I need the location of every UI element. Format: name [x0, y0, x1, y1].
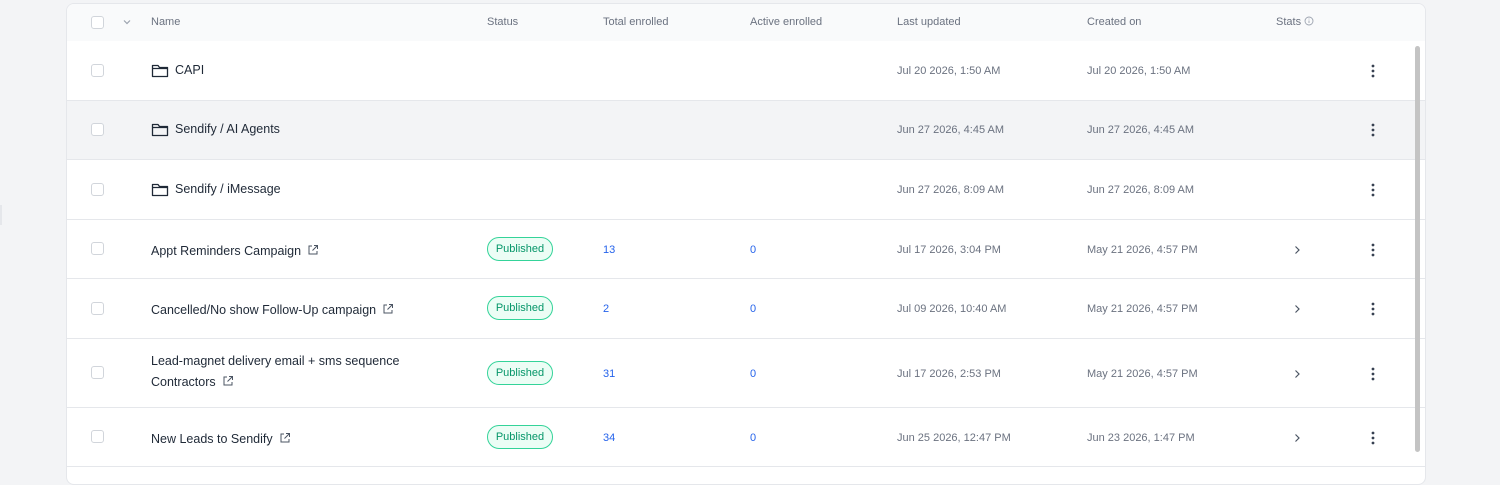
total-enrolled-link[interactable]: 13 — [603, 244, 615, 256]
vertical-scrollbar[interactable] — [1415, 46, 1420, 452]
row-checkbox[interactable] — [91, 366, 104, 379]
created-on-value: Jun 23 2026, 1:47 PM — [1087, 432, 1195, 444]
folder-icon — [151, 183, 169, 197]
column-header-status[interactable]: Status — [487, 16, 518, 28]
external-link-icon[interactable] — [222, 375, 234, 387]
table-row[interactable]: Sendify / AI Agents Jun 27 2026, 4:45 AM… — [67, 101, 1425, 160]
folder-name[interactable]: CAPI — [175, 63, 204, 77]
last-updated-value: Jul 17 2026, 3:04 PM — [897, 244, 1001, 256]
status-badge: Published — [487, 237, 553, 261]
column-header-active-enrolled[interactable]: Active enrolled — [750, 16, 822, 28]
last-updated-value: Jul 17 2026, 2:53 PM — [897, 368, 1001, 380]
folder-icon — [151, 123, 169, 137]
table-row[interactable]: Cancelled/No show Follow-Up campaign Pub… — [67, 279, 1425, 339]
campaign-name[interactable]: Contractors — [151, 375, 234, 389]
more-options-icon[interactable] — [1365, 301, 1381, 317]
active-enrolled-link[interactable]: 0 — [750, 303, 756, 315]
campaign-name-line-1[interactable]: Lead-magnet delivery email + sms sequenc… — [151, 354, 399, 368]
total-enrolled-link[interactable]: 34 — [603, 432, 615, 444]
table-header: Name Status Total enrolled Active enroll… — [67, 4, 1425, 42]
chevron-right-icon[interactable] — [1292, 245, 1302, 255]
external-link-icon[interactable] — [279, 432, 291, 444]
row-checkbox[interactable] — [91, 64, 104, 77]
total-enrolled-link[interactable]: 2 — [603, 303, 609, 315]
more-options-icon[interactable] — [1365, 366, 1381, 382]
more-options-icon[interactable] — [1365, 242, 1381, 258]
created-on-value: May 21 2026, 4:57 PM — [1087, 244, 1198, 256]
campaign-name-line-2: Contractors — [151, 375, 216, 389]
status-badge: Published — [487, 361, 553, 385]
created-on-value: Jun 27 2026, 8:09 AM — [1087, 184, 1195, 196]
campaign-name[interactable]: Cancelled/No show Follow-Up campaign — [151, 303, 394, 317]
campaign-table: Name Status Total enrolled Active enroll… — [66, 3, 1426, 485]
folder-icon — [151, 64, 169, 78]
table-row[interactable]: Sendify / iMessage Jun 27 2026, 8:09 AM … — [67, 160, 1425, 220]
chevron-right-icon[interactable] — [1292, 433, 1302, 443]
last-updated-value: Jun 25 2026, 12:47 PM — [897, 432, 1011, 444]
row-checkbox[interactable] — [91, 183, 104, 196]
total-enrolled-link[interactable]: 31 — [603, 368, 615, 380]
table-row[interactable]: CAPI Jul 20 2026, 1:50 AM Jul 20 2026, 1… — [67, 41, 1425, 101]
campaign-name[interactable]: New Leads to Sendify — [151, 432, 291, 446]
column-header-stats-label: Stats — [1276, 16, 1302, 28]
folder-name[interactable]: Sendify / AI Agents — [175, 122, 280, 136]
column-header-total-enrolled[interactable]: Total enrolled — [603, 16, 668, 28]
last-updated-value: Jul 20 2026, 1:50 AM — [897, 65, 1001, 77]
more-options-icon[interactable] — [1365, 63, 1381, 79]
active-enrolled-link[interactable]: 0 — [750, 432, 756, 444]
table-row[interactable]: Lead-magnet delivery email + sms sequenc… — [67, 339, 1425, 408]
folder-name[interactable]: Sendify / iMessage — [175, 182, 281, 196]
more-options-icon[interactable] — [1365, 122, 1381, 138]
campaign-name-label: New Leads to Sendify — [151, 432, 273, 446]
table-row[interactable]: Appt Reminders Campaign Published 13 0 J… — [67, 220, 1425, 279]
more-options-icon[interactable] — [1365, 182, 1381, 198]
active-enrolled-link[interactable]: 0 — [750, 368, 756, 380]
row-checkbox[interactable] — [91, 242, 104, 255]
created-on-value: May 21 2026, 4:57 PM — [1087, 368, 1198, 380]
table-row[interactable]: New Leads to Sendify Published 34 0 Jun … — [67, 408, 1425, 467]
row-checkbox[interactable] — [91, 123, 104, 136]
chevron-down-icon[interactable] — [122, 17, 132, 27]
external-link-icon[interactable] — [307, 244, 319, 256]
created-on-value: Jun 27 2026, 4:45 AM — [1087, 124, 1195, 136]
side-edge-marker — [0, 205, 2, 225]
last-updated-value: Jun 27 2026, 8:09 AM — [897, 184, 1005, 196]
campaign-name[interactable]: Appt Reminders Campaign — [151, 244, 319, 258]
status-badge: Published — [487, 296, 553, 320]
campaign-name-label: Cancelled/No show Follow-Up campaign — [151, 303, 377, 317]
active-enrolled-link[interactable]: 0 — [750, 244, 756, 256]
created-on-value: May 21 2026, 4:57 PM — [1087, 303, 1198, 315]
status-badge: Published — [487, 425, 553, 449]
column-header-created-on[interactable]: Created on — [1087, 16, 1141, 28]
chevron-right-icon[interactable] — [1292, 369, 1302, 379]
chevron-right-icon[interactable] — [1292, 304, 1302, 314]
row-checkbox[interactable] — [91, 430, 104, 443]
external-link-icon[interactable] — [382, 303, 394, 315]
last-updated-value: Jul 09 2026, 10:40 AM — [897, 303, 1007, 315]
more-options-icon[interactable] — [1365, 430, 1381, 446]
campaign-name-label: Appt Reminders Campaign — [151, 244, 302, 258]
column-header-name[interactable]: Name — [151, 16, 180, 28]
row-checkbox[interactable] — [91, 302, 104, 315]
info-icon[interactable] — [1304, 16, 1314, 26]
last-updated-value: Jun 27 2026, 4:45 AM — [897, 124, 1005, 136]
select-all-checkbox[interactable] — [91, 16, 104, 29]
created-on-value: Jul 20 2026, 1:50 AM — [1087, 65, 1191, 77]
column-header-last-updated[interactable]: Last updated — [897, 16, 961, 28]
column-header-stats: Stats — [1276, 16, 1314, 28]
